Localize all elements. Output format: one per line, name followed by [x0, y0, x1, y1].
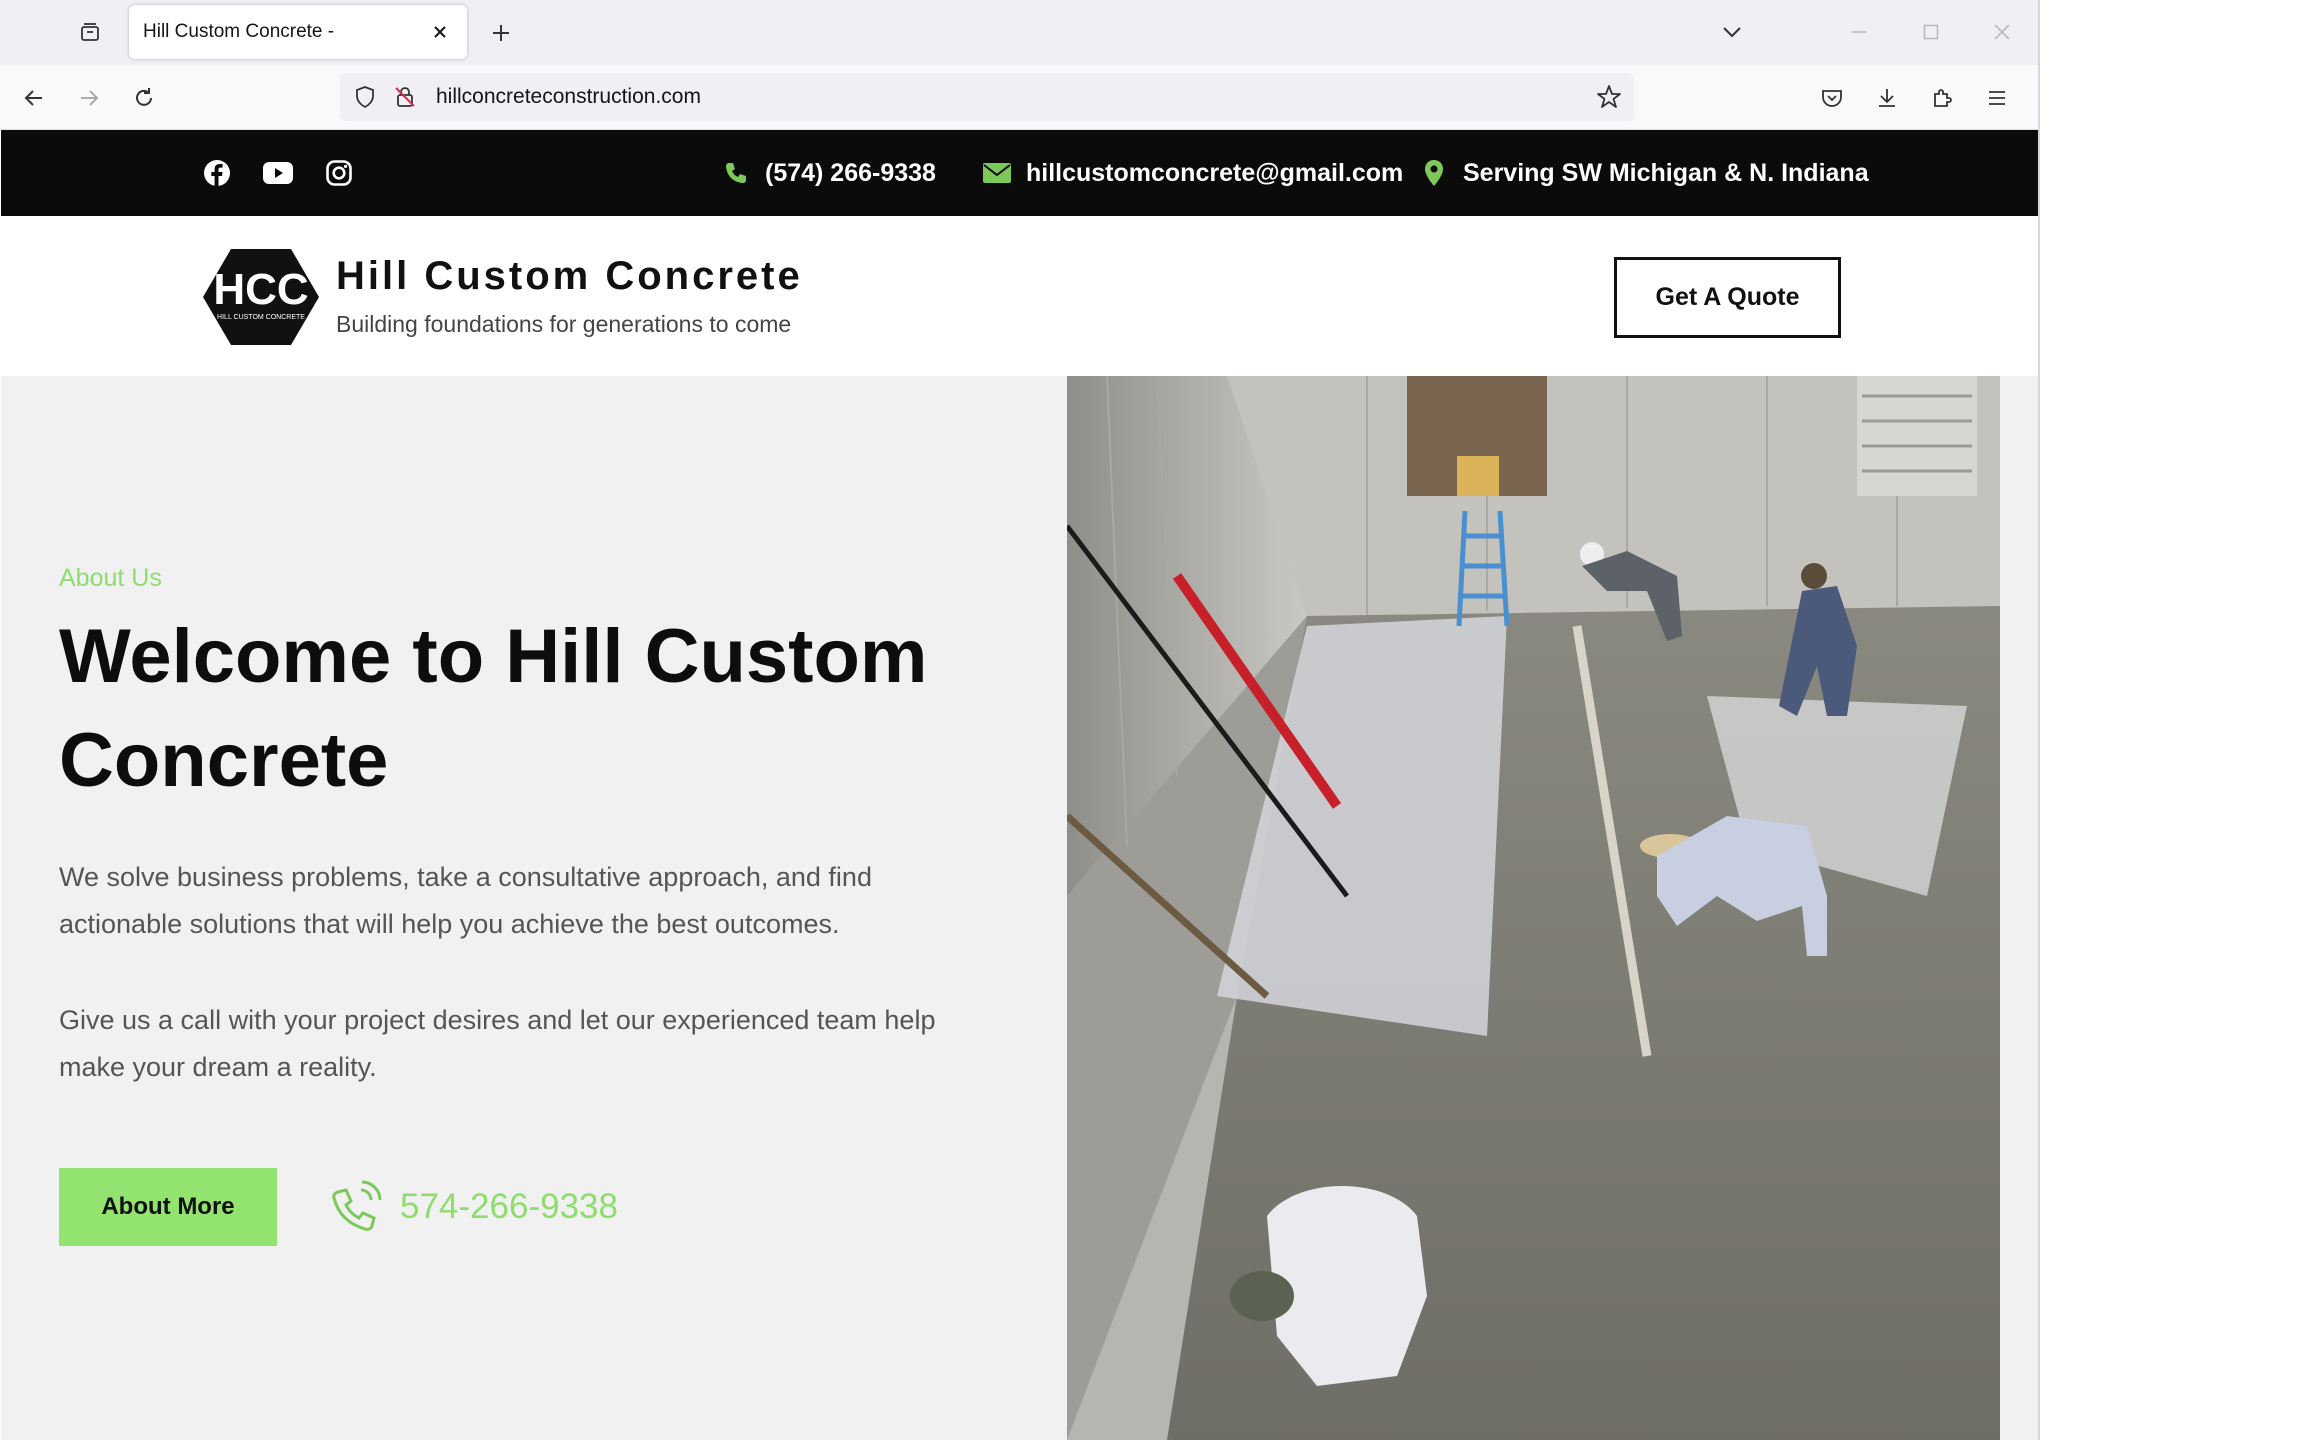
reload-icon — [136, 88, 152, 106]
phone-ringing-icon — [328, 1178, 388, 1234]
tab-title: Hill Custom Concrete - — [143, 21, 335, 42]
section-eyebrow: About Us — [59, 564, 162, 592]
logo-subtext: HILL CUSTOM CONCRETE — [217, 314, 305, 321]
concrete-pour-photo — [1064, 375, 2000, 1440]
instagram-icon[interactable] — [323, 157, 355, 189]
reload-button[interactable] — [124, 79, 164, 117]
back-arrow-icon — [24, 90, 42, 106]
close-tab-icon[interactable] — [427, 19, 453, 45]
topbar-phone-text: (574) 266-9338 — [765, 158, 936, 187]
new-tab-button[interactable] — [482, 14, 520, 52]
hcc-logo[interactable]: HCC HILL CUSTOM CONCRETE — [201, 247, 321, 347]
phone-icon — [719, 158, 753, 188]
close-window-button[interactable] — [1982, 14, 2022, 50]
insecure-lock-icon[interactable] — [392, 84, 418, 110]
web-page: (574) 266-9338 hillcustomconcrete@gmail.… — [1, 130, 2038, 1440]
hamburger-menu-icon — [1989, 91, 2005, 105]
pocket-icon — [1822, 90, 1842, 107]
topbar-location-text: Serving SW Michigan & N. Indiana — [1463, 158, 1869, 187]
puzzle-icon — [1934, 89, 1952, 107]
tab-overflow-button[interactable] — [1712, 14, 1752, 50]
browser-tab-active[interactable]: Hill Custom Concrete - — [129, 5, 467, 59]
downloads-button[interactable] — [1867, 79, 1907, 117]
top-contact-bar: (574) 266-9338 hillcustomconcrete@gmail.… — [1, 130, 2038, 216]
topbar-phone[interactable]: (574) 266-9338 — [719, 158, 936, 188]
youtube-icon[interactable] — [262, 157, 294, 189]
maximize-icon — [1923, 24, 1939, 40]
plus-icon — [493, 25, 509, 41]
tab-list-button[interactable] — [70, 16, 110, 50]
extensions-button[interactable] — [1922, 79, 1962, 117]
brand-tagline: Building foundations for generations to … — [336, 311, 792, 337]
hero-phone-link[interactable]: 574-266-9338 — [400, 1187, 618, 1227]
minimize-button[interactable] — [1839, 14, 1879, 50]
about-hero-section: About Us Welcome to Hill Custom Concrete… — [1, 375, 2038, 1440]
url-text: hillconcreteconstruction.com — [436, 85, 701, 108]
minimize-icon — [1852, 31, 1866, 33]
chevron-down-icon — [1723, 27, 1741, 38]
topbar-location: Serving SW Michigan & N. Indiana — [1417, 158, 1869, 188]
navigation-toolbar: hillconcreteconstruction.com — [0, 65, 2038, 130]
screen: Hill Custom Concrete - hillconcreteconst… — [0, 0, 2304, 1440]
address-bar[interactable]: hillconcreteconstruction.com — [340, 73, 1634, 121]
menu-button[interactable] — [1977, 79, 2017, 117]
browser-window: Hill Custom Concrete - hillconcreteconst… — [0, 0, 2040, 1440]
hero-heading: Welcome to Hill Custom Concrete — [59, 614, 928, 803]
facebook-icon[interactable] — [201, 157, 233, 189]
envelope-icon — [980, 158, 1014, 188]
topbar-email-text: hillcustomconcrete@gmail.com — [1026, 158, 1404, 187]
forward-button[interactable] — [69, 79, 109, 117]
brand-name[interactable]: Hill Custom Concrete — [336, 254, 803, 299]
hero-paragraph-2: Give us a call with your project desires… — [59, 1005, 936, 1082]
bookmark-star-icon[interactable] — [1596, 84, 1622, 110]
forward-arrow-icon — [81, 90, 99, 106]
tab-bar: Hill Custom Concrete - — [0, 0, 2038, 65]
get-a-quote-button[interactable]: Get A Quote — [1614, 257, 1841, 338]
download-icon — [1879, 89, 1895, 107]
logo-text: HCC — [213, 265, 308, 314]
site-header: HCC HILL CUSTOM CONCRETE Hill Custom Con… — [1, 216, 2038, 376]
tab-list-icon — [81, 23, 99, 41]
topbar-email[interactable]: hillcustomconcrete@gmail.com — [980, 158, 1403, 188]
close-icon — [1994, 24, 2010, 40]
about-more-button[interactable]: About More — [59, 1168, 277, 1246]
pocket-button[interactable] — [1812, 79, 1852, 117]
hero-paragraph-1: We solve business problems, take a consu… — [59, 862, 872, 939]
shield-icon[interactable] — [352, 84, 378, 110]
map-pin-icon — [1417, 158, 1451, 188]
maximize-button[interactable] — [1911, 14, 1951, 50]
back-button[interactable] — [14, 79, 54, 117]
